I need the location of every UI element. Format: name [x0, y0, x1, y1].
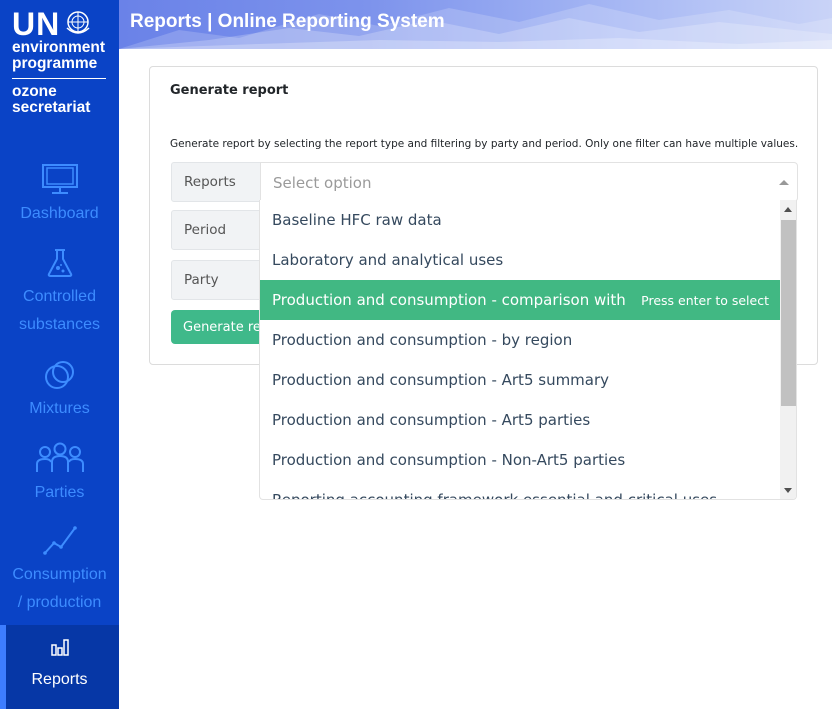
reports-dropdown-list[interactable]: Baseline HFC raw data Laboratory and ana… — [259, 200, 797, 500]
dropdown-option[interactable]: Production and consumption - Art5 summar… — [260, 360, 780, 400]
sidebar: UN environment programme ozone secretari… — [0, 0, 119, 709]
sidebar-item-label: Parties — [34, 484, 85, 501]
page-header: Reports | Online Reporting System — [119, 0, 832, 49]
reports-field-label: Reports — [171, 162, 263, 202]
dropdown-option-label: Baseline HFC raw data — [272, 211, 442, 229]
un-environment-logo[interactable]: UN environment programme ozone secretari… — [12, 8, 112, 116]
logo-secretariat: secretariat — [12, 99, 91, 116]
sidebar-item-reports[interactable]: Reports — [0, 625, 119, 709]
sidebar-item-label-line1: Consumption — [12, 566, 107, 583]
sidebar-item-label-line1: Controlled — [23, 288, 96, 305]
sidebar-item-parties[interactable]: Parties — [0, 442, 119, 507]
dropdown-option-label: Production and consumption - comparison … — [272, 291, 629, 309]
sidebar-item-label-line2: / production — [17, 594, 102, 611]
select-hint: Press enter to select — [641, 292, 769, 308]
monitor-icon — [0, 163, 119, 200]
dropdown-option-label: Production and consumption - by region — [272, 331, 573, 349]
mixtures-icon — [0, 360, 119, 395]
logo-programme: programme — [12, 55, 98, 72]
dropdown-option-label: Laboratory and analytical uses — [272, 251, 504, 269]
scrollbar-thumb[interactable] — [781, 220, 796, 406]
sidebar-item-controlled-substances[interactable]: Controlled substances — [0, 248, 119, 339]
logo-un-text: UN — [12, 8, 112, 40]
sidebar-item-consumption-production[interactable]: Consumption / production — [0, 524, 119, 617]
logo-ozone: ozone — [12, 83, 57, 100]
reports-select-placeholder: Select option — [273, 174, 372, 192]
bar-chart-icon — [0, 637, 119, 662]
reports-select[interactable]: Select option — [260, 162, 798, 202]
logo-divider — [12, 78, 106, 79]
period-field-label: Period — [171, 210, 263, 250]
party-field-label: Party — [171, 260, 263, 300]
sidebar-item-label: Mixtures — [29, 400, 90, 417]
dropdown-option[interactable]: Reporting accounting framework essential… — [260, 480, 780, 500]
sidebar-item-label-line2: substances — [19, 316, 100, 333]
dropdown-option[interactable]: Baseline HFC raw data — [260, 200, 780, 240]
sidebar-item-mixtures[interactable]: Mixtures — [0, 360, 119, 423]
dropdown-option-label: Production and consumption - Art5 partie… — [272, 411, 591, 429]
dropdown-option[interactable]: Production and consumption - Non-Art5 pa… — [260, 440, 780, 480]
page-title: Reports | Online Reporting System — [130, 11, 445, 32]
caret-up-icon[interactable] — [779, 180, 789, 185]
dropdown-option[interactable]: Production and consumption - by region — [260, 320, 780, 360]
dropdown-option-highlighted[interactable]: Production and consumption - comparison … — [260, 280, 780, 320]
card-title: Generate report — [170, 83, 289, 98]
un-emblem-icon — [64, 8, 92, 40]
sidebar-item-label: Dashboard — [20, 205, 99, 222]
dropdown-option[interactable]: Laboratory and analytical uses — [260, 240, 780, 280]
dropdown-option-label: Production and consumption - Non-Art5 pa… — [272, 451, 626, 469]
sidebar-item-dashboard[interactable]: Dashboard — [0, 163, 119, 228]
line-chart-icon — [0, 524, 119, 561]
card-description: Generate report by selecting the report … — [170, 138, 799, 150]
sidebar-item-label: Reports — [31, 671, 88, 688]
flask-icon — [0, 248, 119, 283]
scroll-down-arrow-icon[interactable] — [784, 488, 792, 493]
dropdown-option-label: Reporting accounting framework essential… — [272, 491, 718, 500]
dropdown-option-label: Production and consumption - Art5 summar… — [272, 371, 610, 389]
dropdown-scrollbar[interactable] — [780, 200, 796, 499]
dropdown-option[interactable]: Production and consumption - Art5 partie… — [260, 400, 780, 440]
people-icon — [0, 442, 119, 479]
logo-environment: environment — [12, 39, 106, 56]
logo-un-letters: UN — [12, 6, 61, 42]
scroll-up-arrow-icon[interactable] — [784, 207, 792, 212]
